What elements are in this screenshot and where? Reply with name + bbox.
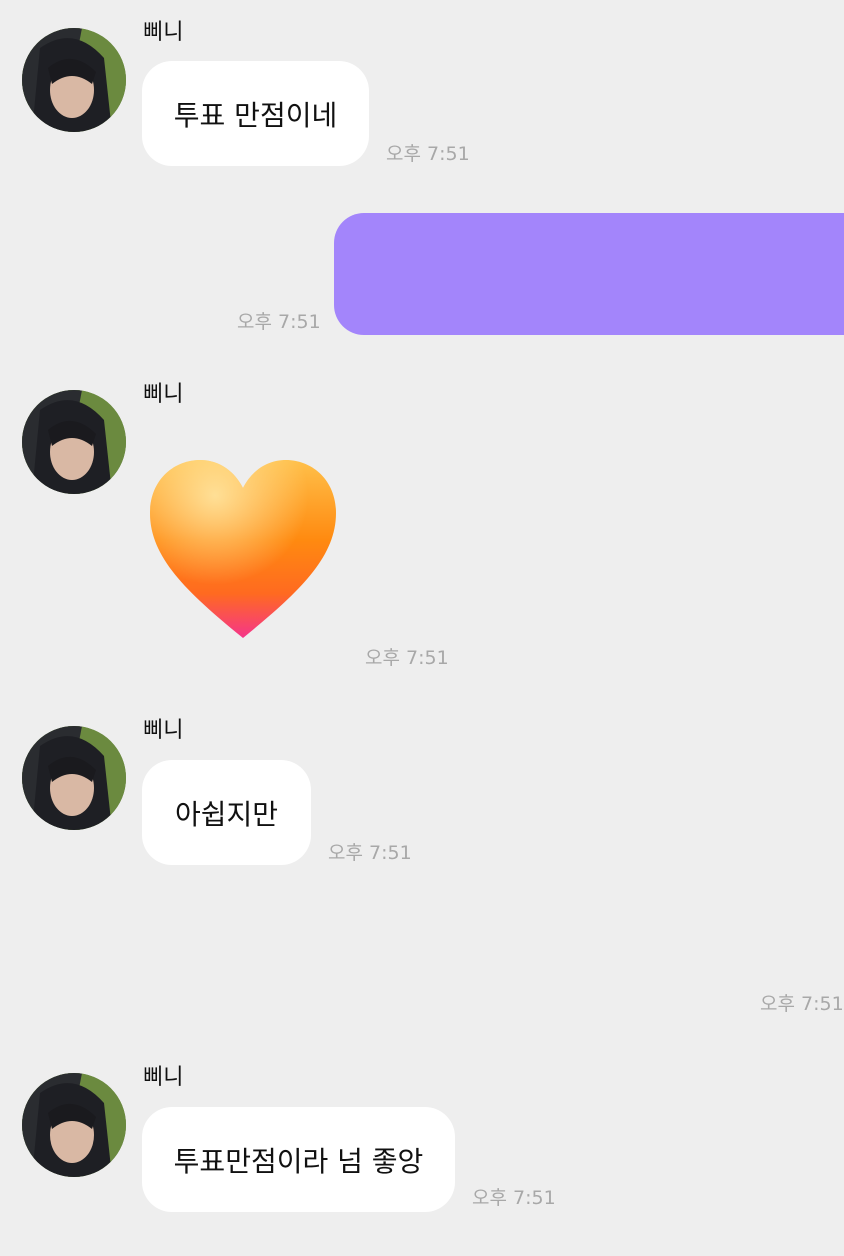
sender-avatar[interactable]	[22, 28, 126, 132]
sender-name: 삐니	[143, 20, 184, 45]
sender-avatar[interactable]	[22, 1073, 126, 1177]
message-time: 오후 7:51	[328, 842, 412, 864]
message-bubble[interactable]: 아쉽지만	[142, 760, 311, 865]
message-bubble[interactable]: 투표 만점이네	[142, 61, 369, 166]
message-time: 오후 7:51	[237, 311, 321, 333]
my-message-bubble[interactable]	[334, 213, 844, 335]
orange-heart-sticker[interactable]	[148, 458, 338, 640]
sender-name: 삐니	[143, 382, 184, 407]
sender-name: 삐니	[143, 718, 184, 743]
message-time: 오후 7:51	[386, 143, 470, 165]
message-time: 오후 7:51	[472, 1187, 556, 1209]
sender-name: 삐니	[143, 1065, 184, 1090]
message-time: 오후 7:51	[365, 647, 449, 669]
sender-avatar[interactable]	[22, 390, 126, 494]
message-bubble[interactable]: 투표만점이라 넘 좋앙	[142, 1107, 455, 1212]
message-time: 오후 7:51	[760, 993, 844, 1015]
sender-avatar[interactable]	[22, 726, 126, 830]
